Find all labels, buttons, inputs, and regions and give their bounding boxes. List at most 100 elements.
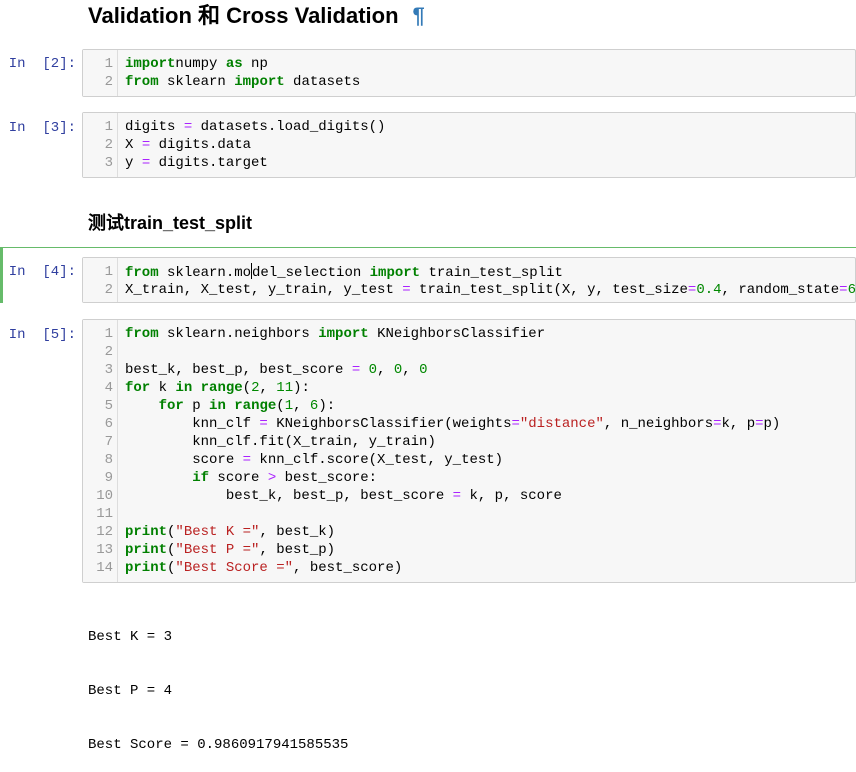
code-line[interactable]: 4 for k in range(2, 11):	[83, 379, 855, 397]
code-editor[interactable]: 1 from sklearn.model_selection import tra…	[83, 263, 856, 299]
line-number: 9	[104, 470, 113, 486]
code-text[interactable]: y = digits.target	[125, 154, 268, 172]
num-token: 666	[847, 282, 856, 298]
code-line[interactable]: 1 from sklearn.neighbors import KNeighbor…	[83, 325, 855, 343]
num-token: 11	[276, 380, 294, 396]
kw-token: print	[125, 560, 168, 576]
output-line: Best K = 3	[88, 629, 173, 645]
code-line[interactable]: 5 for p in range(1, 6):	[83, 397, 855, 415]
line-number: 8	[104, 452, 113, 468]
code-editor[interactable]: 1 from sklearn.neighbors import KNeighbor…	[83, 325, 855, 577]
op-token: =	[839, 282, 848, 298]
kw-token: print	[125, 542, 168, 558]
code-token: train_test_split(X, y, test_size	[410, 282, 688, 298]
code-text[interactable]: X = digits.data	[125, 136, 251, 154]
code-text[interactable]: from sklearn import datasets	[125, 73, 360, 91]
code-text[interactable]: from sklearn.model_selection import trai…	[125, 263, 563, 282]
code-line[interactable]: 3y = digits.target	[83, 154, 855, 172]
code-text[interactable]: for p in range(1, 6):	[125, 397, 336, 415]
code-token: k, p, score	[461, 488, 562, 504]
op-token: =	[452, 488, 462, 504]
line-number: 10	[96, 488, 113, 504]
kw-token: import	[125, 56, 176, 72]
kw-token: range	[234, 398, 277, 414]
selected-cell-border	[0, 247, 856, 248]
cell-prompt-3: In [3]:	[8, 120, 76, 136]
code-editor[interactable]: 1 digits = datasets.load_digits() 2 X = dig…	[83, 118, 855, 172]
kw-token: from	[125, 265, 159, 281]
line-number: 13	[96, 542, 113, 558]
code-line[interactable]: 2 from sklearn import datasets	[83, 73, 855, 91]
code-text[interactable]: importnumpy as np	[125, 55, 268, 73]
code-line[interactable]: 10 best_k, best_p, best_score = k, p, sc…	[83, 487, 855, 505]
code-line[interactable]: 2 X_train, X_test, y_train, y_test = trai…	[83, 281, 856, 299]
cell-prompt-5: In [5]:	[8, 327, 76, 343]
code-cell-4[interactable]: 1 from sklearn.model_selection import tra…	[82, 257, 856, 303]
code-line[interactable]: 11	[83, 505, 855, 523]
code-text[interactable]: score = knn_clf.score(X_test, y_test)	[125, 451, 503, 469]
code-token: score	[209, 470, 268, 486]
code-token: ,	[402, 362, 420, 378]
code-token: , n_neighbors	[603, 416, 714, 432]
code-token: KNeighborsClassifier	[368, 326, 546, 342]
code-token: ,	[293, 398, 310, 414]
code-token: sklearn.neighbors	[158, 326, 319, 342]
code-line[interactable]: 14 print("Best Score =", best_score)	[83, 559, 855, 577]
code-text[interactable]: print("Best K =", best_k)	[125, 523, 335, 541]
section-heading: Validation 和 Cross Validation ¶	[88, 2, 425, 30]
kw-token: for	[125, 380, 151, 396]
code-line[interactable]: 3 best_k, best_p, best_score = 0, 0, 0	[83, 361, 855, 379]
code-text[interactable]: X_train, X_test, y_train, y_test = train…	[125, 281, 856, 299]
section-heading-text: Validation 和 Cross Validation	[88, 3, 399, 28]
code-token: X	[125, 137, 142, 153]
code-text[interactable]: best_k, best_p, best_score = k, p, score	[125, 487, 562, 505]
line-number: 2	[104, 74, 113, 90]
code-text[interactable]: knn_clf = KNeighborsClassifier(weights="…	[125, 415, 780, 433]
code-text[interactable]: if score > best_score:	[125, 469, 377, 487]
code-line[interactable]: 1 importnumpy as np	[83, 55, 855, 73]
code-token: np	[242, 56, 268, 72]
anchor-link-icon[interactable]: ¶	[413, 3, 425, 28]
code-token: datasets.load_digits()	[192, 119, 386, 135]
code-token: KNeighborsClassifier(weights	[267, 416, 512, 432]
line-number: 2	[104, 344, 113, 360]
code-token: ):	[293, 380, 310, 396]
code-text[interactable]: print("Best Score =", best_score)	[125, 559, 402, 577]
kw-token: for	[158, 398, 184, 414]
code-token: (	[242, 380, 252, 396]
kw-token: import	[234, 74, 285, 90]
code-line[interactable]: 2X = digits.data	[83, 136, 855, 154]
code-line[interactable]: 12 print("Best K =", best_k)	[83, 523, 855, 541]
code-line[interactable]: 13 print("Best P =", best_p)	[83, 541, 855, 559]
code-text[interactable]: from sklearn.neighbors import KNeighbors…	[125, 325, 545, 343]
kw-token: in	[209, 398, 226, 414]
kw-token: as	[225, 56, 243, 72]
code-line[interactable]: 1 from sklearn.model_selection import tra…	[83, 263, 855, 281]
code-text[interactable]: print("Best P =", best_p)	[125, 541, 335, 559]
line-number: 4	[104, 380, 113, 396]
code-cell-5[interactable]: 1 from sklearn.neighbors import KNeighbor…	[82, 319, 856, 583]
code-text[interactable]: digits = datasets.load_digits()	[125, 118, 385, 136]
code-line[interactable]: 2	[83, 343, 855, 361]
code-text[interactable]: knn_clf.fit(X_train, y_train)	[125, 433, 436, 451]
code-cell-2[interactable]: 1 importnumpy as np 2 from sklearn import d…	[82, 49, 856, 97]
code-line[interactable]: 1 digits = datasets.load_digits()	[83, 118, 855, 136]
code-token: best_k, best_p, best_score	[125, 362, 352, 378]
subsection-heading: 测试train_test_split	[88, 213, 253, 233]
line-number: 7	[104, 434, 113, 450]
code-line[interactable]: 7 knn_clf.fit(X_train, y_train)	[83, 433, 855, 451]
code-token: knn_clf.fit(X_train, y_train)	[125, 434, 436, 450]
code-text[interactable]: best_k, best_p, best_score = 0, 0, 0	[125, 361, 428, 379]
kw-token: import	[318, 326, 369, 342]
str-token: "distance"	[519, 416, 604, 432]
code-editor[interactable]: 1 importnumpy as np 2 from sklearn import d…	[83, 55, 855, 91]
code-line[interactable]: 8 score = knn_clf.score(X_test, y_test)	[83, 451, 855, 469]
code-cell-3[interactable]: 1 digits = datasets.load_digits() 2 X = dig…	[82, 112, 856, 178]
code-token: X_train, X_test, y_train, y_test	[125, 282, 403, 298]
code-text[interactable]: for k in range(2, 11):	[125, 379, 310, 397]
op-token: =	[259, 416, 268, 432]
code-line[interactable]: 9 if score > best_score:	[83, 469, 855, 487]
code-line[interactable]: 6 knn_clf = KNeighborsClassifier(weights…	[83, 415, 855, 433]
